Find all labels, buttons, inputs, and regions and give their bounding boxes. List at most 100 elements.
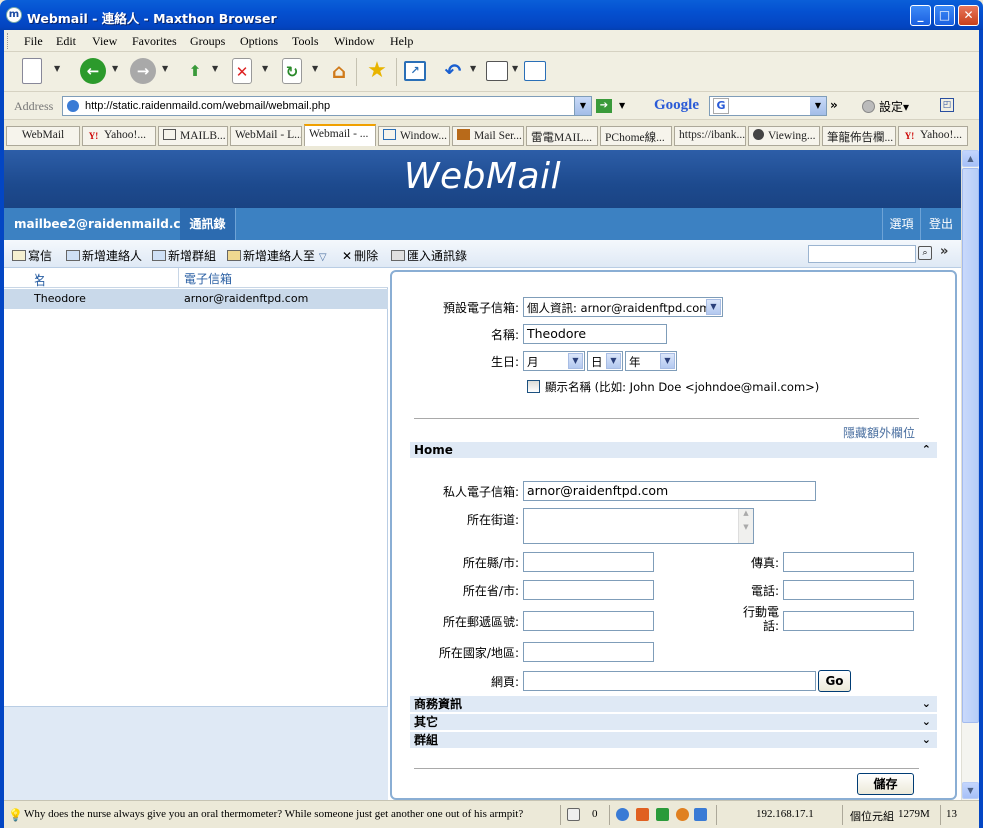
new-page-icon[interactable] xyxy=(22,58,42,84)
back-dropdown-icon[interactable]: ▼ xyxy=(112,64,118,73)
undo-close-icon[interactable]: ↶ xyxy=(440,58,466,84)
google-g-icon[interactable]: G xyxy=(713,98,729,114)
google-dropdown-icon[interactable]: ▼ xyxy=(810,97,826,115)
city-field[interactable] xyxy=(523,552,654,572)
contact-row[interactable]: Theodore arnor@raidenftpd.com xyxy=(4,289,388,309)
webpage-field[interactable] xyxy=(523,671,816,691)
delete-button[interactable]: ✕ 刪除 xyxy=(342,247,378,264)
tab-webmail-active[interactable]: Webmail - ... xyxy=(304,124,376,146)
minimize-button[interactable]: _ xyxy=(910,5,931,26)
tab-window[interactable]: Window... xyxy=(378,126,450,146)
page-action-icon[interactable]: ◰ xyxy=(940,98,954,112)
tab-pchome[interactable]: PChome線... xyxy=(600,126,672,146)
trash-icon[interactable] xyxy=(567,808,580,821)
go-button[interactable]: Go xyxy=(818,670,851,692)
menu-groups[interactable]: Groups xyxy=(190,34,225,49)
tab-bulletin[interactable]: 筆龍佈告欄... xyxy=(822,126,896,146)
block-icon[interactable] xyxy=(636,808,649,821)
flower-icon[interactable] xyxy=(676,808,689,821)
address-input[interactable]: http://static.raidenmaild.com/webmail/we… xyxy=(62,96,592,116)
phone-field[interactable] xyxy=(783,580,914,600)
options-link[interactable]: 選項 xyxy=(882,208,920,240)
tab-ibank[interactable]: https://ibank... xyxy=(674,126,746,146)
forward-icon[interactable]: → xyxy=(130,58,156,84)
mobile-field[interactable] xyxy=(783,611,914,631)
go-arrow-icon[interactable]: ➔ xyxy=(596,99,612,113)
side-panel-icon[interactable] xyxy=(524,61,546,81)
default-email-select[interactable]: 個人資訊: arnor@raidenftpd.com ▼ xyxy=(523,297,723,317)
stop-dropdown-icon[interactable]: ▼ xyxy=(262,64,268,73)
personal-email-field[interactable]: arnor@raidenftpd.com xyxy=(523,481,816,501)
menu-options[interactable]: Options xyxy=(240,34,278,49)
new-contact-button[interactable]: 新增連絡人 xyxy=(66,247,142,264)
contact-search-input[interactable] xyxy=(808,245,916,263)
favorites-star-icon[interactable]: ★ xyxy=(364,58,390,84)
contacts-tab[interactable]: 通訊錄 xyxy=(180,208,236,240)
address-dropdown-icon[interactable]: ▼ xyxy=(574,97,591,115)
menu-edit[interactable]: Edit xyxy=(56,34,76,49)
display-name-checkbox[interactable] xyxy=(527,380,540,393)
page-scrollbar[interactable]: ▲ ▼ xyxy=(961,150,979,800)
name-field[interactable]: Theodore xyxy=(523,324,667,344)
forward-dropdown-icon[interactable]: ▼ xyxy=(162,64,168,73)
scroll-up-icon[interactable]: ▲ xyxy=(962,150,979,167)
tab-mailserver[interactable]: Mail Ser... xyxy=(452,126,524,146)
group-section-header[interactable]: 群組 ⌄ xyxy=(410,732,937,748)
stop-icon[interactable]: ✕ xyxy=(232,58,252,84)
scroll-up-icon[interactable]: ▲ xyxy=(739,509,753,517)
street-textarea[interactable]: ▲ ▼ xyxy=(523,508,754,544)
expand-search-chevron-icon[interactable]: » xyxy=(940,244,948,259)
more-chevron-icon[interactable]: » xyxy=(830,98,838,112)
tab-webmail-l[interactable]: WebMail - L... xyxy=(230,126,302,146)
search-icon[interactable]: ⌕ xyxy=(918,246,932,260)
maxthon-app-icon[interactable]: m xyxy=(6,7,22,23)
menu-tools[interactable]: Tools xyxy=(292,34,319,49)
tab-webmail[interactable]: WebMail xyxy=(6,126,80,146)
refresh-icon[interactable]: ↻ xyxy=(282,58,302,84)
scroll-thumb[interactable] xyxy=(962,168,979,723)
web-icon[interactable] xyxy=(656,808,669,821)
settings-label[interactable]: 設定▾ xyxy=(879,98,909,115)
other-section-header[interactable]: 其它 ⌄ xyxy=(410,714,937,730)
up-dropdown-icon[interactable]: ▼ xyxy=(212,64,218,73)
hide-extra-fields-link[interactable]: 隱藏額外欄位 xyxy=(843,424,915,441)
up-folder-icon[interactable]: ⬆ xyxy=(182,58,208,84)
go-dropdown-icon[interactable]: ▼ xyxy=(619,101,625,110)
new-group-button[interactable]: 新增群組 xyxy=(152,247,216,264)
menu-favorites[interactable]: Favorites xyxy=(132,34,177,49)
logout-link[interactable]: 登出 xyxy=(920,208,961,240)
menu-help[interactable]: Help xyxy=(390,34,413,49)
column-email-header[interactable]: 電子信箱 xyxy=(184,270,232,287)
settings-icon[interactable] xyxy=(862,100,875,113)
zip-field[interactable] xyxy=(523,611,654,631)
textarea-scrollbar[interactable]: ▲ ▼ xyxy=(738,509,753,543)
close-button[interactable]: ✕ xyxy=(958,5,979,26)
split-window-icon[interactable] xyxy=(486,61,508,81)
google-search-input[interactable]: G ▼ xyxy=(709,96,827,116)
maximize-button[interactable]: □ xyxy=(934,5,955,26)
scroll-down-icon[interactable]: ▼ xyxy=(739,523,753,531)
home-icon[interactable]: ⌂ xyxy=(326,58,352,84)
split-dropdown-icon[interactable]: ▼ xyxy=(512,64,518,73)
state-field[interactable] xyxy=(523,580,654,600)
new-window-icon[interactable]: ↗ xyxy=(404,61,426,81)
birth-day-select[interactable]: 日 ▼ xyxy=(587,351,623,371)
tab-yahoo-2[interactable]: Y! Yahoo!... xyxy=(898,126,968,146)
tab-yahoo[interactable]: Y! Yahoo!... xyxy=(82,126,156,146)
fax-field[interactable] xyxy=(783,552,914,572)
import-contacts-button[interactable]: 匯入通訊錄 xyxy=(391,247,467,264)
edit-icon[interactable] xyxy=(694,808,707,821)
window-titlebar[interactable]: m Webmail - 連絡人 - Maxthon Browser _ □ ✕ xyxy=(0,0,983,30)
new-page-dropdown-icon[interactable]: ▼ xyxy=(54,64,60,73)
add-contacts-to-button[interactable]: 新增連絡人至 ▽ xyxy=(227,247,327,264)
save-button[interactable]: 儲存 xyxy=(857,773,914,795)
menu-view[interactable]: View xyxy=(92,34,117,49)
menu-file[interactable]: File xyxy=(24,34,43,49)
home-section-header[interactable]: Home ⌃ xyxy=(410,442,937,458)
tab-raiden-mail[interactable]: 雷電MAIL... xyxy=(526,126,598,146)
undo-dropdown-icon[interactable]: ▼ xyxy=(470,64,476,73)
scroll-down-icon[interactable]: ▼ xyxy=(962,782,979,799)
back-icon[interactable]: ← xyxy=(80,58,106,84)
network-icon[interactable] xyxy=(616,808,629,821)
compose-button[interactable]: 寫信 xyxy=(12,247,52,264)
